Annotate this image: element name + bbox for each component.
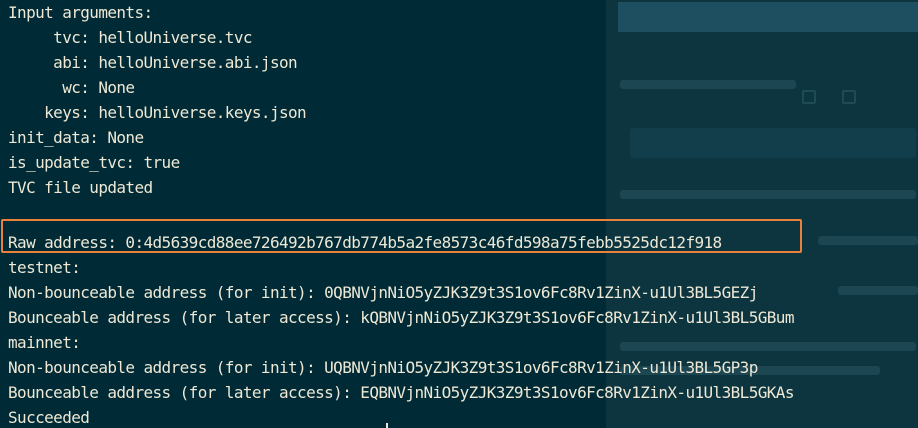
terminal-line: init_data: None — [8, 128, 144, 147]
terminal-line: Non-bounceable address (for init): UQBNV… — [8, 358, 758, 377]
terminal-line: testnet: — [8, 258, 81, 277]
terminal-line: Bounceable address (for later access): k… — [8, 308, 794, 327]
screenshot: Input arguments: tvc: helloUniverse.tvc … — [0, 0, 918, 428]
terminal-cursor — [386, 423, 388, 428]
terminal-line: Succeeded — [8, 408, 90, 427]
terminal-line: is_update_tvc: true — [8, 153, 180, 172]
terminal-line: Non-bounceable address (for init): 0QBNV… — [8, 283, 758, 302]
terminal-line: Bounceable address (for later access): E… — [8, 383, 794, 402]
terminal-line: Input arguments: — [8, 3, 153, 22]
terminal-line: tvc: helloUniverse.tvc — [8, 28, 252, 47]
terminal-line: TVC file updated — [8, 178, 153, 197]
terminal-line: abi: helloUniverse.abi.json — [8, 53, 298, 72]
terminal-output: Input arguments: tvc: helloUniverse.tvc … — [8, 0, 913, 428]
terminal-line: mainnet: — [8, 333, 81, 352]
terminal-line: keys: helloUniverse.keys.json — [8, 103, 307, 122]
terminal-line: wc: None — [8, 78, 135, 97]
raw-address-highlight — [1, 219, 802, 253]
